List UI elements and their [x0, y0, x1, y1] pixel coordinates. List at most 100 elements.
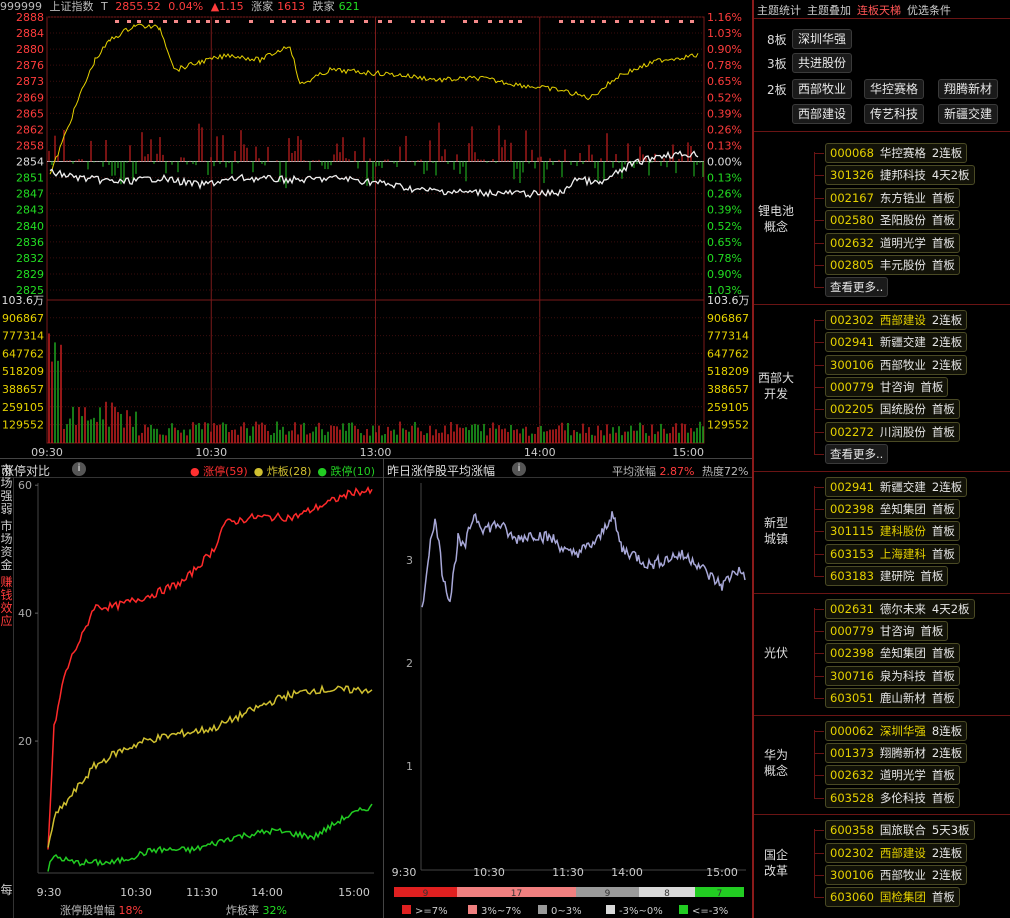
stock-code: 300716 [830, 668, 874, 683]
theme-name[interactable]: 华为 概念 [758, 747, 794, 779]
stock-row[interactable]: 002398 垒知集团 首板 [825, 643, 960, 664]
right-tab[interactable]: 连板天梯 [857, 4, 901, 17]
stock-row[interactable]: 301326 捷邦科技 4天2板 [825, 165, 975, 186]
stock-row[interactable]: 300716 泉为科技 首板 [825, 665, 960, 686]
legend-label: 炸板(28) [266, 465, 312, 478]
stock-code: 600358 [830, 823, 874, 838]
view-more-button[interactable]: 查看更多.. [825, 444, 889, 465]
vol-tick: 129552 [2, 419, 44, 432]
stock-row[interactable]: 000779 甘咨询 首板 [825, 377, 949, 397]
side-tab[interactable]: 赚钱效应 [0, 576, 13, 628]
theme-name-line: 改革 [763, 864, 788, 878]
yest-avg-chart: 3 2 1 9:30 10:30 11:30 14:00 15:00 9 17 9 8 7 >=7% 3%~… [392, 483, 746, 917]
stock-row[interactable]: 000779 甘咨询 首板 [825, 621, 949, 641]
legend-item[interactable]: ● 涨停(59) [190, 465, 248, 478]
legend-item[interactable]: ● 炸板(28) [254, 465, 312, 478]
ladder-stock-tag[interactable]: 新疆交建 [938, 104, 999, 124]
ladder-stock-tag[interactable]: 西部牧业 [792, 79, 853, 99]
board-count: 首板 [931, 402, 955, 417]
info-icon[interactable]: i [72, 462, 86, 476]
stock-name: 建科股份 [879, 524, 926, 539]
right-tab[interactable]: 优选条件 [907, 4, 951, 17]
stock-row[interactable]: 002632 道明光学 首板 [825, 232, 960, 253]
vol-tick: 518209 [2, 365, 44, 378]
vol-tick: 777314 [2, 330, 44, 343]
board-count: 2连板 [931, 746, 963, 760]
legend-swatch [538, 905, 547, 914]
stock-row[interactable]: 002941 新疆交建 2连板 [825, 332, 968, 353]
stock-row[interactable]: 002272 川润股份 首板 [825, 421, 960, 442]
y-tick: 60 [18, 479, 32, 492]
footer-right-value: 32% [262, 904, 287, 917]
legend-swatch [402, 905, 411, 914]
y-tick: 3 [406, 554, 413, 567]
x-tick: 9:30 [392, 866, 417, 879]
info-icon[interactable]: i [512, 462, 526, 476]
stock-row[interactable]: 002632 道明光学 首板 [825, 765, 960, 786]
board-count: 首板 [931, 235, 955, 250]
side-tab[interactable]: 市场强弱 [0, 464, 13, 516]
right-tab[interactable]: 主题叠加 [807, 4, 851, 17]
x-tick: 11:30 [186, 886, 218, 899]
stock-row[interactable]: 002580 圣阳股份 首板 [825, 210, 960, 231]
stock-row[interactable]: 002205 国统股份 首板 [825, 399, 960, 420]
stock-row[interactable]: 301115 建科股份 首板 [825, 521, 960, 542]
ladder-level: 8板 [767, 33, 787, 47]
pct-tick: 0.78% [707, 59, 742, 72]
ladder-stock-tag[interactable]: 共进股份 [792, 53, 853, 73]
limit-panel-header: 涨停对比 i ● 涨停(59) ● 炸板(28) ● 跌停(10) [0, 461, 383, 478]
stock-row[interactable]: 002302 西部建设 2连板 [825, 309, 968, 330]
theme-name[interactable]: 国企 改革 [758, 847, 794, 879]
ladder-stock-tag[interactable]: 传艺科技 [864, 104, 925, 124]
theme-name-line: 城镇 [763, 531, 788, 546]
price-tick: 2862 [16, 123, 44, 136]
stock-row[interactable]: 002302 西部建设 2连板 [825, 842, 968, 863]
stock-row[interactable]: 603051 鹿山新材 首板 [825, 688, 960, 709]
stock-name: 深圳华强 [879, 723, 926, 738]
stock-row[interactable]: 600358 国旅联合 5天3板 [825, 820, 975, 841]
theme-name[interactable]: 锂电池 概念 [758, 203, 794, 235]
stock-row[interactable]: 002167 东方锆业 首板 [825, 187, 960, 208]
ladder-stock-tag[interactable]: 翔腾新材 [938, 79, 999, 99]
stock-row[interactable]: 001373 翔腾新材 2连板 [825, 743, 968, 763]
ladder-stock-tag[interactable]: 西部建设 [792, 104, 853, 124]
theme-name-line: 开发 [763, 387, 788, 402]
footer-right-label: 炸板率 [226, 904, 259, 917]
stock-code: 002272 [830, 424, 874, 439]
stock-row[interactable]: 603528 多伦科技 首板 [825, 787, 960, 808]
theme-name-line: 国企 [763, 848, 788, 862]
side-tab[interactable]: 每 [0, 884, 13, 897]
y-tick: 40 [18, 607, 32, 620]
stock-row[interactable]: 002941 新疆交建 2连板 [825, 476, 968, 497]
legend-item[interactable]: ● 跌停(10) [317, 465, 375, 478]
ladder-stock-tag[interactable]: 华控赛格 [864, 79, 925, 99]
theme-name[interactable]: 西部大 开发 [758, 370, 794, 402]
theme-name[interactable]: 新型 城镇 [758, 515, 794, 547]
pct-tick: 0.78% [707, 252, 742, 265]
price-tick: 2880 [16, 43, 44, 56]
price-tick: 2865 [16, 107, 44, 120]
stock-row[interactable]: 603153 上海建科 首板 [825, 543, 960, 564]
theme-name[interactable]: 光伏 [758, 645, 794, 661]
right-tab[interactable]: 主题统计 [757, 4, 801, 17]
stock-row[interactable]: 000068 华控赛格 2连板 [825, 143, 968, 163]
theme-name-line: 西部大 [758, 371, 795, 386]
avg-label: 平均涨幅 [612, 465, 656, 478]
stock-name: 国检集团 [879, 890, 926, 905]
stock-row[interactable]: 603060 国检集团 首板 [825, 887, 960, 908]
theme-name-line: 新型 [763, 515, 788, 530]
stock-row[interactable]: 603183 建研院 首板 [825, 566, 949, 587]
board-count: 2连板 [931, 868, 963, 882]
stock-row[interactable]: 300106 西部牧业 2连板 [825, 865, 968, 885]
stock-name: 泉为科技 [879, 668, 926, 683]
stock-row[interactable]: 000062 深圳华强 8连板 [825, 720, 968, 741]
pct-tick: 0.90% [707, 268, 742, 281]
ladder-stock-tag[interactable]: 深圳华强 [792, 29, 853, 49]
price-tick: 2851 [16, 172, 44, 185]
stock-row[interactable]: 002398 垒知集团 首板 [825, 499, 960, 519]
view-more-button[interactable]: 查看更多.. [825, 277, 889, 298]
side-tab[interactable]: 市场资金 [0, 520, 13, 572]
stock-row[interactable]: 002805 丰元股份 首板 [825, 255, 960, 275]
stock-row[interactable]: 300106 西部牧业 2连板 [825, 354, 968, 375]
stock-row[interactable]: 002631 德尔未来 4天2板 [825, 598, 975, 619]
